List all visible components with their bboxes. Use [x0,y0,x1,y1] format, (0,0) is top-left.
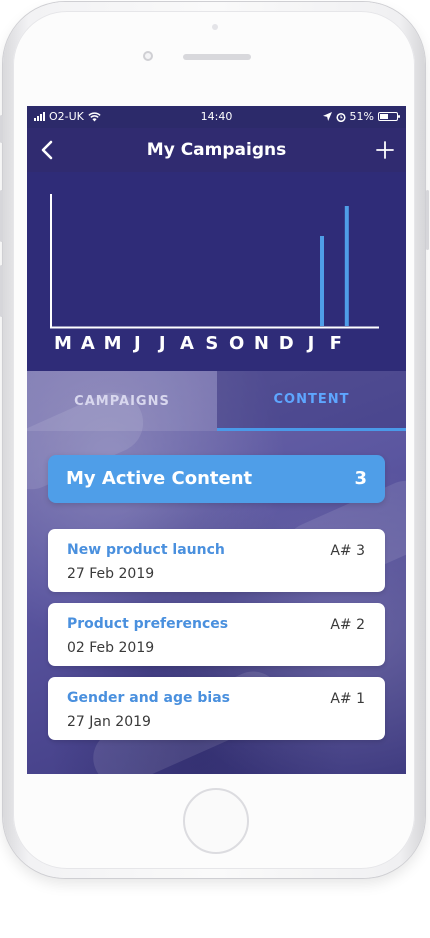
battery-percent: 51% [349,110,374,123]
content-date: 27 Feb 2019 [67,566,155,582]
page-title: My Campaigns [146,140,287,160]
content-card[interactable]: Product preferences 02 Feb 2019 A# 2 [48,603,385,666]
tab-content[interactable]: CONTENT [217,371,406,431]
x-tick-label: A [81,333,95,354]
x-tick-label: S [205,333,218,354]
content-date: 27 Jan 2019 [67,714,151,730]
content-panel: CAMPAIGNS CONTENT My Active Content 3 Ne… [27,371,406,774]
alarm-icon [335,112,346,122]
bar-chart: MAMJJASONDJF [50,194,379,354]
content-title: Product preferences [67,616,229,632]
content-id: A# 1 [330,691,365,707]
content-id: A# 3 [330,543,365,559]
volume-down-button [0,265,3,317]
x-tick-label: J [132,333,141,354]
tab-bar: CAMPAIGNS CONTENT [27,371,406,431]
content-id: A# 2 [330,617,365,633]
battery-icon [378,112,400,121]
earpiece-speaker [183,54,251,60]
x-tick-label: O [229,333,244,354]
x-tick-label: N [254,333,269,354]
navigation-bar: My Campaigns [27,128,406,172]
battery-fill [380,114,388,119]
location-arrow-icon [322,112,332,121]
chart-bar [344,206,349,326]
mute-switch [0,115,3,143]
x-tick-label: M [104,333,122,354]
active-content-label: My Active Content [66,468,253,489]
app-screen: O2-UK 14:40 51% My Campaigns M A M J J A… [27,106,406,774]
power-button [426,190,429,250]
status-bar: O2-UK 14:40 51% [27,106,406,128]
content-date: 02 Feb 2019 [67,640,155,656]
x-tick-label: A [180,333,194,354]
content-title: New product launch [67,542,225,558]
activity-chart: MAMJJASONDJF [27,172,406,371]
active-content-header[interactable]: My Active Content 3 [48,455,385,503]
x-tick-label: F [330,333,342,354]
x-tick-label: M [54,333,72,354]
x-tick-label: D [279,333,294,354]
chart-bar [320,236,324,326]
tab-campaigns[interactable]: CAMPAIGNS [27,371,217,431]
front-camera [143,51,153,61]
home-button[interactable] [183,788,249,854]
proximity-sensor [212,24,218,30]
x-tick-label: J [306,333,315,354]
content-card[interactable]: Gender and age bias 27 Jan 2019 A# 1 [48,677,385,740]
active-content-count: 3 [354,468,367,489]
volume-up-button [0,190,3,242]
content-title: Gender and age bias [67,690,230,706]
plus-icon[interactable] [370,134,400,166]
content-card[interactable]: New product launch 27 Feb 2019 A# 3 [48,529,385,592]
status-right: 51% [322,110,400,123]
x-tick-label: J [157,333,166,354]
